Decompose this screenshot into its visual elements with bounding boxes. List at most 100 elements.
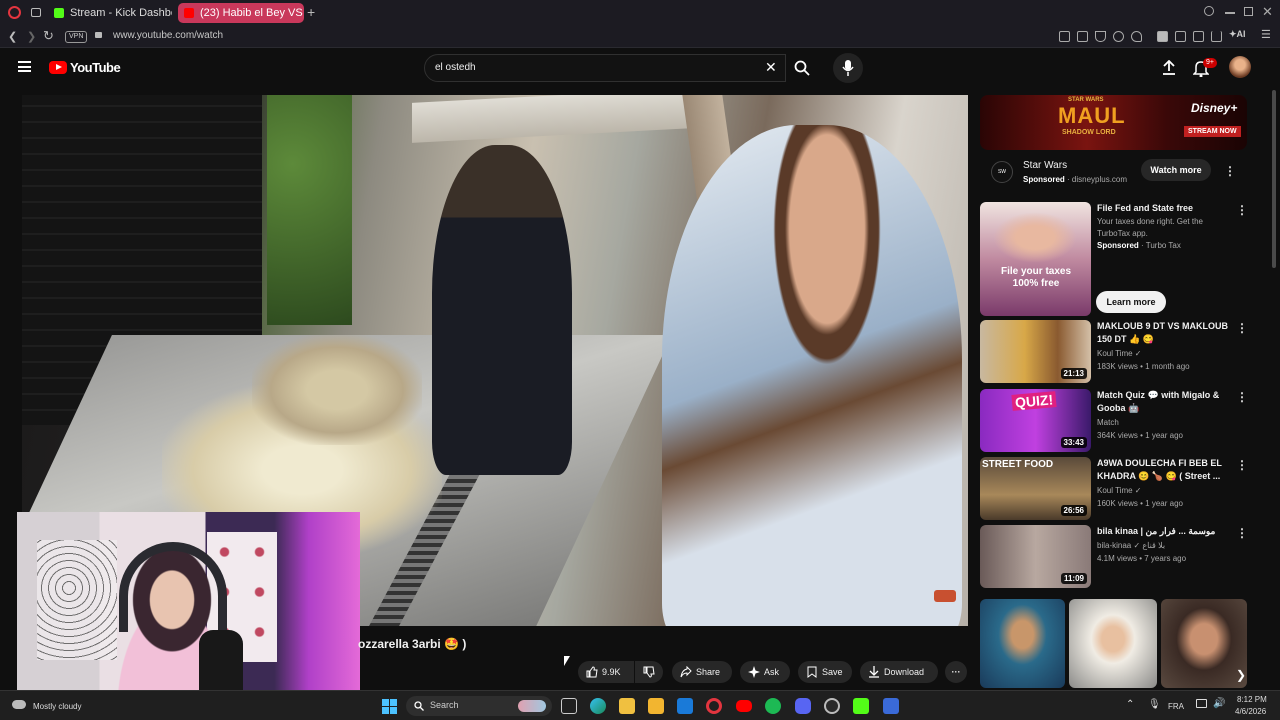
search-button[interactable] [786, 54, 818, 82]
shorts-thumbnail-2[interactable] [1069, 599, 1157, 688]
ad2-thumbnail[interactable]: File your taxes 100% free [980, 202, 1091, 316]
discord-icon[interactable] [795, 698, 811, 714]
download-icon[interactable] [1211, 31, 1222, 42]
video-title-3[interactable]: A9WA DOULECHA FI BEB EL KHADRA 😊 🍗 😋 ( S… [1097, 457, 1232, 483]
clock-date[interactable]: 4/6/2026 [1235, 707, 1266, 716]
play-triangle [56, 64, 62, 70]
video-title-4[interactable]: bila kinaa | موسمة ... فرار من الملاحقة [1097, 525, 1232, 538]
share-button[interactable]: Share [672, 661, 732, 683]
task-view-icon[interactable] [561, 698, 577, 714]
video-channel-4[interactable]: bila-kinaa ✓ بلا قناع [1097, 540, 1165, 552]
watch-more-button[interactable]: Watch more [1141, 159, 1211, 181]
vpn-badge[interactable]: VPN [65, 31, 88, 43]
start-button[interactable] [382, 699, 397, 714]
video-more-icon-1[interactable]: ⋮ [1236, 321, 1248, 335]
camera-icon[interactable] [1175, 31, 1186, 42]
microphone-tray-icon[interactable]: 🎙 [1148, 699, 1161, 710]
kick-taskbar-icon[interactable] [853, 698, 869, 714]
clear-search-icon[interactable]: ✕ [765, 59, 777, 76]
video-channel-2[interactable]: Match [1097, 417, 1119, 429]
ad-sponsored-line: Sponsored · disneyplus.com [1023, 175, 1128, 184]
taskbar-search[interactable]: Search [406, 696, 552, 716]
heart-icon[interactable] [1131, 31, 1142, 42]
tab-label: (23) Habib el Bey VS A [200, 7, 304, 19]
weather-text[interactable]: Mostly cloudy [33, 702, 81, 711]
puzzle-icon[interactable] [1193, 31, 1204, 42]
snapshot-icon[interactable] [1077, 31, 1088, 42]
shorts-thumbnail-1[interactable] [980, 599, 1065, 688]
video-title-2[interactable]: Match Quiz 💬 with Migalo & Gooba 🤖 [1097, 389, 1232, 415]
bookmark-icon[interactable] [1059, 31, 1070, 42]
close-window-icon[interactable]: ✕ [1262, 4, 1273, 20]
download-button[interactable]: Download [860, 661, 938, 683]
tab-kick-dashboard[interactable]: Stream - Kick Dashboard [48, 3, 172, 23]
video-meta-2: 364K views • 1 year ago [1097, 431, 1183, 440]
avatar[interactable] [1229, 56, 1251, 78]
back-icon[interactable]: ❮ [8, 30, 17, 43]
voice-search-button[interactable] [833, 53, 863, 83]
taskbar-search-label: Search [430, 700, 459, 710]
aria-icon[interactable]: ✦AI [1229, 29, 1246, 40]
network-icon[interactable] [1196, 699, 1207, 708]
video-thumbnail-3[interactable]: STREET FOOD 26:56 [980, 457, 1091, 520]
upload-icon[interactable] [1161, 60, 1177, 76]
app-taskbar-icon[interactable] [883, 698, 899, 714]
outlook-icon[interactable] [677, 698, 693, 714]
tray-overflow-icon[interactable]: ⌃ [1126, 699, 1134, 710]
page-scrollbar[interactable] [1272, 90, 1276, 268]
food-pile-2 [252, 335, 422, 445]
language-indicator[interactable]: FRA [1168, 702, 1184, 711]
easy-setup-icon[interactable]: ☰ [1261, 28, 1272, 41]
opera-menu-icon[interactable] [8, 6, 21, 19]
ask-button[interactable]: Ask [740, 661, 790, 683]
forward-icon[interactable]: ❯ [27, 30, 36, 43]
tab-youtube-video[interactable]: (23) Habib el Bey VS A [178, 3, 304, 23]
video-more-icon-4[interactable]: ⋮ [1236, 526, 1248, 540]
youtube-taskbar-icon[interactable] [736, 700, 752, 712]
reload-icon[interactable]: ↻ [43, 28, 54, 44]
file-explorer-icon[interactable] [619, 698, 635, 714]
save-button[interactable]: Save [798, 661, 852, 683]
shield-icon[interactable] [1095, 31, 1106, 42]
video-thumbnail-2[interactable]: QUIZ! 33:43 [980, 389, 1091, 452]
ad2-sponsored-line: Sponsored · Turbo Tax [1097, 241, 1181, 250]
ad2-more-icon[interactable]: ⋮ [1236, 203, 1248, 217]
obs-icon[interactable] [824, 698, 840, 714]
video-more-icon-3[interactable]: ⋮ [1236, 458, 1248, 472]
video-thumbnail-1[interactable]: 21:13 [980, 320, 1091, 383]
like-button[interactable]: 9.9K [578, 661, 634, 683]
search-input[interactable]: el ostedh [435, 62, 476, 73]
video-title-1[interactable]: MAKLOUB 9 DT VS MAKLOUB 150 DT 👍 😋 [1097, 320, 1232, 346]
ad2-title[interactable]: File Fed and State free [1097, 202, 1232, 215]
thumbs-down-icon [643, 666, 655, 678]
edge-icon[interactable] [590, 698, 606, 714]
clock-time[interactable]: 8:12 PM [1237, 695, 1267, 704]
weather-icon[interactable] [12, 700, 26, 709]
more-actions-button[interactable]: ··· [945, 661, 967, 683]
hamburger-menu-icon[interactable] [18, 61, 31, 72]
video-channel-3[interactable]: Koul Time ✓ [1097, 485, 1142, 497]
new-tab-button[interactable]: + [307, 4, 315, 20]
ad2-description: Your taxes done right. Get the TurboTax … [1097, 217, 1203, 238]
ad-more-icon[interactable]: ⋮ [1224, 164, 1236, 178]
dislike-button[interactable] [635, 661, 663, 683]
search-tabs-icon[interactable] [1204, 6, 1214, 16]
play-icon[interactable] [1113, 31, 1124, 42]
learn-more-button[interactable]: Learn more [1096, 291, 1166, 313]
workspaces-icon[interactable] [31, 8, 41, 17]
shorts-next-icon[interactable]: ❯ [1236, 668, 1246, 682]
video-meta-3: 160K views • 1 year ago [1097, 499, 1183, 508]
volume-icon[interactable]: 🔊 [1213, 698, 1225, 709]
opera-taskbar-icon[interactable] [706, 698, 722, 714]
video-channel-1[interactable]: Koul Time ✓ [1097, 348, 1142, 360]
url-text[interactable]: www.youtube.com/watch [113, 30, 223, 41]
video-more-icon-2[interactable]: ⋮ [1236, 390, 1248, 404]
spotify-icon[interactable] [765, 698, 781, 714]
shorts-thumbnail-3[interactable] [1161, 599, 1247, 688]
store-icon[interactable] [648, 698, 664, 714]
minimize-button[interactable] [1225, 12, 1235, 14]
extension-icon[interactable] [1157, 31, 1168, 42]
ad-banner[interactable]: STAR WARS MAUL SHADOW LORD Disney+ STREA… [980, 95, 1247, 150]
video-thumbnail-4[interactable]: 11:09 [980, 525, 1091, 588]
maximize-button[interactable] [1244, 7, 1253, 16]
